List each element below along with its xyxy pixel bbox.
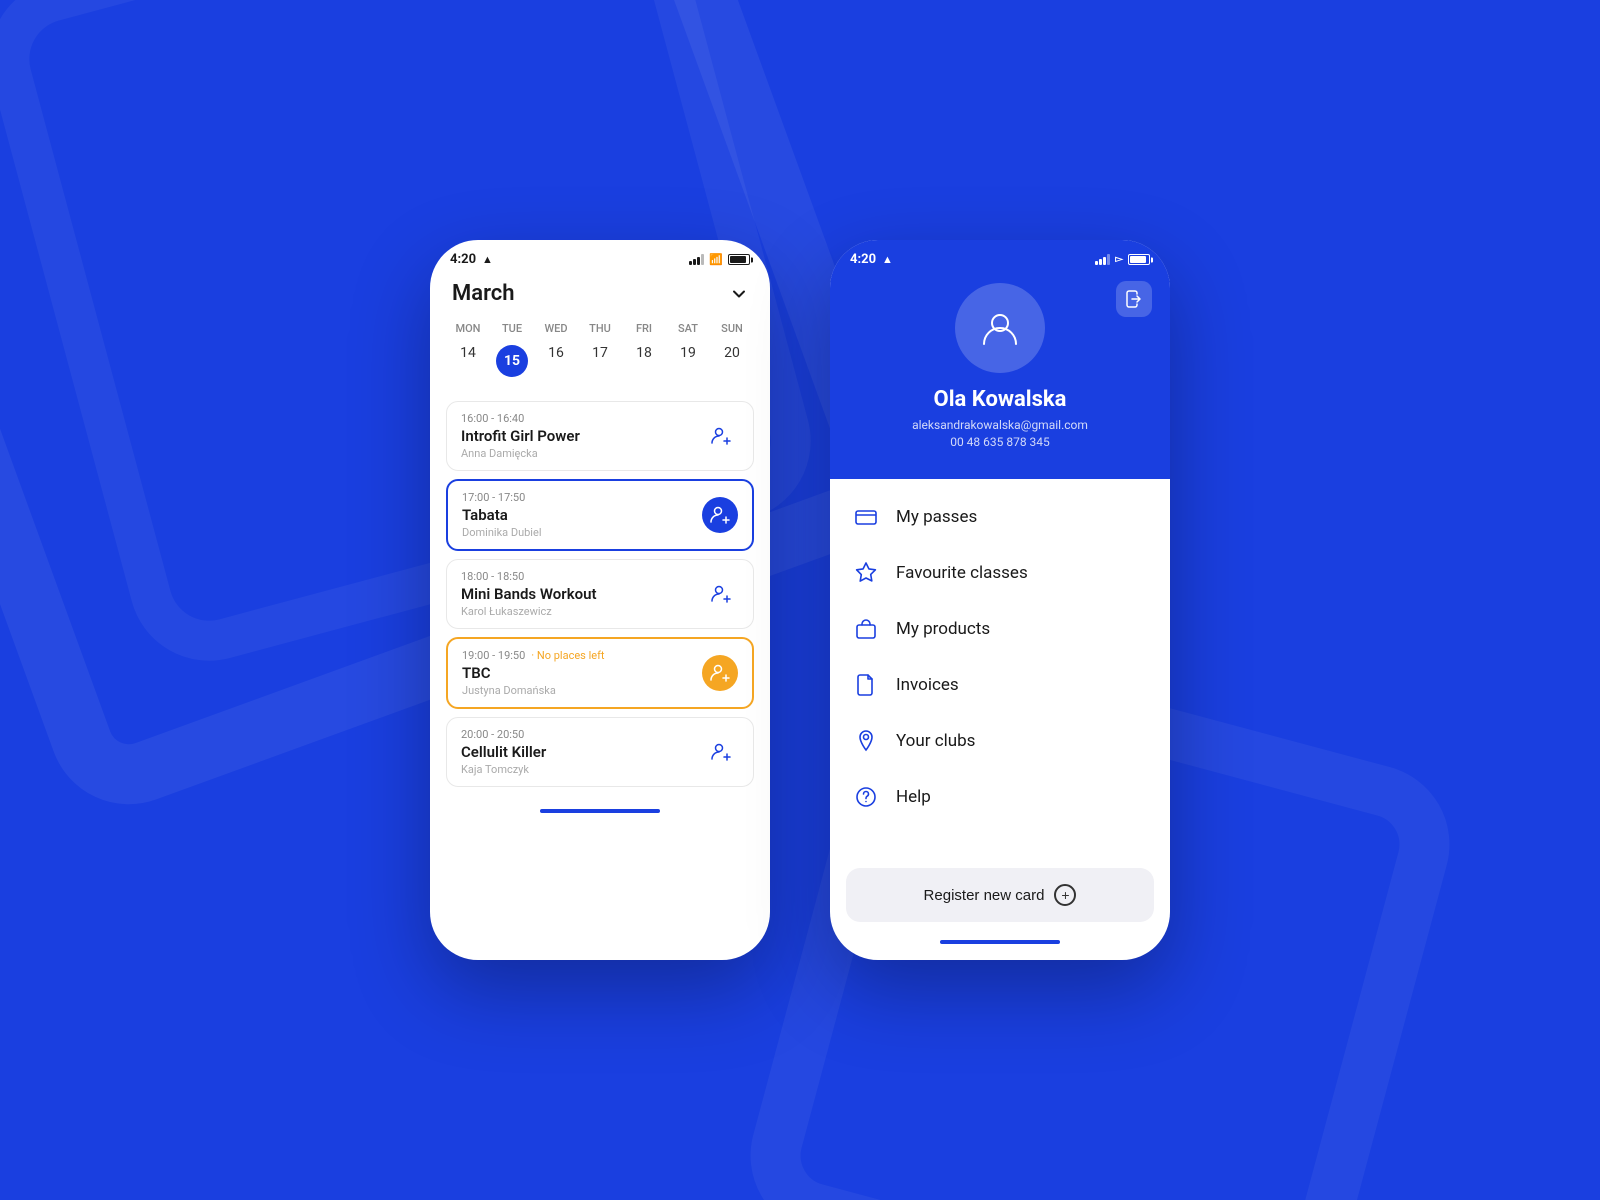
schedule-name-5: Cellulit Killer [461, 743, 703, 761]
add-btn-1[interactable] [703, 418, 739, 454]
week-days: MON TUE WED THU FRI SAT SUN 14 15 16 17 … [430, 318, 770, 383]
schedule-item-3[interactable]: 18:00 - 18:50 Mini Bands Workout Karol Ł… [446, 559, 754, 629]
schedule-instructor-1: Anna Damięcka [461, 447, 703, 460]
day-20[interactable]: 20 [710, 339, 754, 383]
day-header-thu: THU [578, 318, 622, 339]
add-btn-5[interactable] [703, 734, 739, 770]
person-plus-icon-3 [710, 583, 732, 605]
schedule-time-3: 18:00 - 18:50 [461, 570, 703, 583]
arrow-icon-left: ▲ [482, 253, 493, 266]
status-bar-right: 4:20 ▲ ▻ [830, 240, 1170, 273]
file-icon [852, 671, 880, 699]
schedule-time-2: 17:00 - 17:50 [462, 491, 702, 504]
register-card-button[interactable]: Register new card + [846, 868, 1154, 922]
bag-icon [852, 615, 880, 643]
calendar-month: March [452, 281, 515, 306]
day-15[interactable]: 15 [490, 339, 534, 383]
person-plus-icon-5 [710, 741, 732, 763]
menu-label-help: Help [896, 787, 931, 807]
user-icon [978, 306, 1022, 350]
home-indicator-left [540, 809, 660, 813]
menu-item-passes[interactable]: My passes [830, 489, 1170, 545]
menu-item-clubs[interactable]: Your clubs [830, 713, 1170, 769]
menu-label-passes: My passes [896, 507, 977, 527]
schedule-instructor-5: Kaja Tomczyk [461, 763, 703, 776]
signal-bars-right [1095, 254, 1110, 265]
phone-calendar: 4:20 ▲ 📶 March [430, 240, 770, 960]
day-19[interactable]: 19 [666, 339, 710, 383]
day-17[interactable]: 17 [578, 339, 622, 383]
logout-icon [1124, 289, 1144, 309]
time-right: 4:20 [850, 252, 876, 267]
help-icon [852, 783, 880, 811]
add-btn-3[interactable] [703, 576, 739, 612]
card-icon [852, 503, 880, 531]
menu-label-products: My products [896, 619, 990, 639]
profile-phone: 00 48 635 878 345 [852, 435, 1148, 449]
schedule-list: 16:00 - 16:40 Introfit Girl Power Anna D… [430, 391, 770, 797]
menu-item-products[interactable]: My products [830, 601, 1170, 657]
schedule-instructor-4: Justyna Domańska [462, 684, 702, 697]
day-16[interactable]: 16 [534, 339, 578, 383]
menu-label-clubs: Your clubs [896, 731, 975, 751]
schedule-time-5: 20:00 - 20:50 [461, 728, 703, 741]
menu-label-invoices: Invoices [896, 675, 959, 695]
schedule-time-1: 16:00 - 16:40 [461, 412, 703, 425]
wifi-icon-left: 📶 [709, 253, 723, 266]
schedule-time-4: 19:00 - 19:50 · No places left [462, 649, 702, 662]
phones-container: 4:20 ▲ 📶 March [430, 240, 1170, 960]
calendar-header: March [430, 273, 770, 318]
schedule-item-1[interactable]: 16:00 - 16:40 Introfit Girl Power Anna D… [446, 401, 754, 471]
day-header-wed: WED [534, 318, 578, 339]
day-header-sat: SAT [666, 318, 710, 339]
schedule-item-4[interactable]: 19:00 - 19:50 · No places left TBC Justy… [446, 637, 754, 709]
schedule-name-4: TBC [462, 664, 702, 682]
person-plus-icon-1 [710, 425, 732, 447]
day-header-tue: TUE [490, 318, 534, 339]
add-btn-4[interactable] [702, 655, 738, 691]
home-indicator-right [940, 940, 1060, 944]
register-card-label: Register new card [924, 887, 1045, 904]
profile-header: Ola Kowalska aleksandrakowalska@gmail.co… [830, 273, 1170, 479]
person-plus-icon-2 [709, 504, 731, 526]
profile-name: Ola Kowalska [852, 387, 1148, 412]
schedule-instructor-2: Dominika Dubiel [462, 526, 702, 539]
add-btn-2[interactable] [702, 497, 738, 533]
day-header-sun: SUN [710, 318, 754, 339]
menu-item-favourite[interactable]: Favourite classes [830, 545, 1170, 601]
menu-item-invoices[interactable]: Invoices [830, 657, 1170, 713]
schedule-name-3: Mini Bands Workout [461, 585, 703, 603]
location-icon [852, 727, 880, 755]
wifi-icon-right: ▻ [1115, 254, 1123, 265]
arrow-icon-right: ▲ [882, 253, 893, 266]
schedule-name-1: Introfit Girl Power [461, 427, 703, 445]
menu-list: My passes Favourite classes [830, 479, 1170, 860]
no-places-badge: · No places left [531, 649, 604, 662]
status-bar-left: 4:20 ▲ 📶 [430, 240, 770, 273]
avatar [955, 283, 1045, 373]
menu-label-favourite: Favourite classes [896, 563, 1028, 583]
schedule-instructor-3: Karol Łukaszewicz [461, 605, 703, 618]
profile-email: aleksandrakowalska@gmail.com [852, 418, 1148, 432]
plus-circle-icon: + [1054, 884, 1076, 906]
schedule-item-2[interactable]: 17:00 - 17:50 Tabata Dominika Dubiel [446, 479, 754, 551]
chevron-down-icon[interactable] [730, 285, 748, 303]
schedule-item-5[interactable]: 20:00 - 20:50 Cellulit Killer Kaja Tomcz… [446, 717, 754, 787]
phone-profile: 4:20 ▲ ▻ [830, 240, 1170, 960]
time-left: 4:20 [450, 252, 476, 267]
menu-item-help[interactable]: Help [830, 769, 1170, 825]
logout-button[interactable] [1116, 281, 1152, 317]
day-14[interactable]: 14 [446, 339, 490, 383]
battery-right [1128, 254, 1150, 265]
day-18[interactable]: 18 [622, 339, 666, 383]
day-header-fri: FRI [622, 318, 666, 339]
day-header-mon: MON [446, 318, 490, 339]
signal-bars-left [689, 254, 704, 265]
schedule-name-2: Tabata [462, 506, 702, 524]
star-icon [852, 559, 880, 587]
person-icon-4 [709, 662, 731, 684]
battery-left [728, 254, 750, 265]
